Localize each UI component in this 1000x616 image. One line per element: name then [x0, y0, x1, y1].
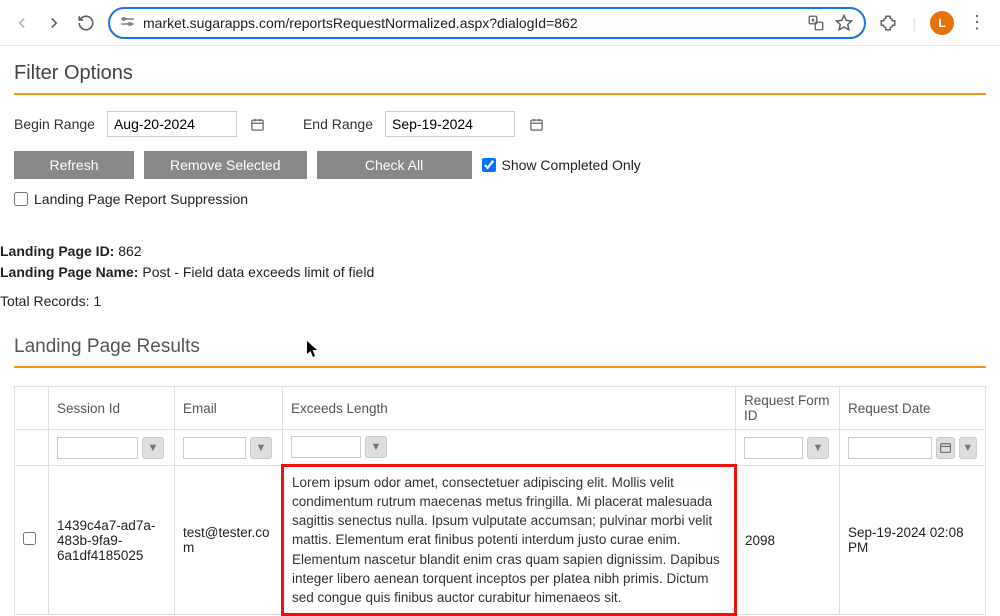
calendar-icon[interactable] [936, 437, 954, 459]
cell-email: test@tester.com [175, 466, 283, 615]
kebab-menu-icon[interactable]: ⋮ [968, 12, 986, 33]
results-table: Session Id Email Exceeds Length Request … [14, 386, 986, 616]
date-range-row: Begin Range End Range [14, 111, 986, 137]
filter-dropdown-icon[interactable]: ▼ [142, 437, 164, 459]
page-content: Filter Options Begin Range End Range Ref… [0, 46, 1000, 616]
col-reqid-header[interactable]: Request Form ID [736, 387, 840, 430]
begin-range-label: Begin Range [14, 116, 95, 132]
table-header-row: Session Id Email Exceeds Length Request … [15, 387, 986, 430]
url-text: market.sugarapps.com/reportsRequestNorma… [143, 15, 798, 31]
calendar-icon[interactable] [249, 115, 267, 133]
suppression-checkbox[interactable] [14, 192, 28, 206]
filter-reqdate-input[interactable] [848, 437, 932, 459]
browser-toolbar: market.sugarapps.com/reportsRequestNorma… [0, 0, 1000, 46]
cell-reqdate: Sep-19-2024 02:08 PM [840, 466, 986, 615]
show-completed-text: Show Completed Only [502, 157, 641, 173]
total-records-value: 1 [93, 293, 101, 309]
extensions-icon[interactable] [878, 13, 898, 33]
filter-dropdown-icon[interactable]: ▼ [250, 437, 272, 459]
suppression-checkbox-label[interactable]: Landing Page Report Suppression [14, 191, 986, 207]
check-all-button[interactable]: Check All [317, 151, 472, 179]
col-session-header[interactable]: Session Id [49, 387, 175, 430]
suppression-text: Landing Page Report Suppression [34, 191, 248, 207]
filter-session-input[interactable] [57, 437, 138, 459]
col-email-header[interactable]: Email [175, 387, 283, 430]
back-icon[interactable] [12, 13, 32, 33]
total-records-label: Total Records: [0, 293, 89, 309]
col-exceeds-header[interactable]: Exceeds Length [283, 387, 736, 430]
landing-page-info: Landing Page ID: 862 Landing Page Name: … [0, 241, 986, 312]
filter-dropdown-icon[interactable]: ▼ [365, 436, 387, 458]
filter-exceeds-input[interactable] [291, 436, 361, 458]
reload-icon[interactable] [76, 13, 96, 33]
forward-icon[interactable] [44, 13, 64, 33]
star-icon[interactable] [834, 13, 854, 33]
refresh-button[interactable]: Refresh [14, 151, 134, 179]
row-checkbox[interactable] [23, 532, 36, 545]
cell-reqid: 2098 [736, 466, 840, 615]
filter-dropdown-icon[interactable]: ▼ [807, 437, 829, 459]
address-bar[interactable]: market.sugarapps.com/reportsRequestNorma… [108, 7, 866, 39]
filter-reqid-input[interactable] [744, 437, 803, 459]
lp-id-label: Landing Page ID: [0, 243, 114, 259]
lp-name-value: Post - Field data exceeds limit of field [142, 264, 374, 280]
remove-selected-button[interactable]: Remove Selected [144, 151, 307, 179]
col-reqdate-header[interactable]: Request Date [840, 387, 986, 430]
end-range-input[interactable] [385, 111, 515, 137]
translate-icon[interactable] [806, 13, 826, 33]
results-title: Landing Page Results [14, 320, 986, 368]
filter-dropdown-icon[interactable]: ▼ [959, 437, 977, 459]
cell-exceeds-length: Lorem ipsum odor amet, consectetuer adip… [283, 466, 736, 615]
lp-id-value: 862 [118, 243, 141, 259]
table-filter-row: ▼ ▼ ▼ ▼ ▼ [15, 430, 986, 466]
show-completed-checkbox-label[interactable]: Show Completed Only [482, 157, 641, 173]
filter-options-title: Filter Options [14, 46, 986, 95]
show-completed-checkbox[interactable] [482, 158, 496, 172]
nav-buttons [8, 13, 96, 33]
begin-range-input[interactable] [107, 111, 237, 137]
cell-session: 1439c4a7-ad7a-483b-9fa9-6a1df4185025 [49, 466, 175, 615]
lp-name-label: Landing Page Name: [0, 264, 138, 280]
calendar-icon[interactable] [527, 115, 545, 133]
table-row: 1439c4a7-ad7a-483b-9fa9-6a1df4185025 tes… [15, 466, 986, 615]
profile-avatar[interactable]: L [930, 11, 954, 35]
filter-buttons-row: Refresh Remove Selected Check All Show C… [14, 151, 986, 179]
end-range-label: End Range [303, 116, 373, 132]
chrome-right-icons: | L ⋮ [878, 11, 992, 35]
filter-email-input[interactable] [183, 437, 246, 459]
site-settings-icon[interactable] [120, 14, 135, 32]
